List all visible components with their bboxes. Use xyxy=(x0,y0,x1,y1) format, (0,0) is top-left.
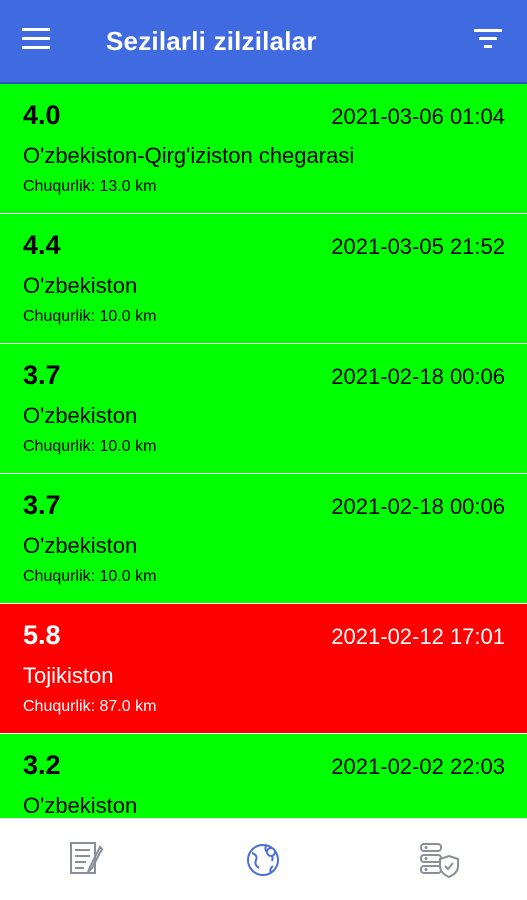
earthquake-item[interactable]: 3.7 2021-02-18 00:06 O'zbekiston Chuqurl… xyxy=(0,474,527,604)
magnitude: 4.4 xyxy=(23,230,61,260)
location: O'zbekiston xyxy=(23,533,138,558)
magnitude: 3.7 xyxy=(23,360,61,390)
globe-map-icon xyxy=(247,844,279,876)
datetime: 2021-02-18 00:06 xyxy=(331,364,505,389)
nav-news-button[interactable] xyxy=(66,839,110,883)
magnitude: 3.7 xyxy=(23,490,61,520)
depth: Chuqurlik: 13.0 km xyxy=(23,178,157,195)
earthquake-item[interactable]: 3.7 2021-02-18 00:06 O'zbekiston Chuqurl… xyxy=(0,344,527,474)
magnitude: 4.0 xyxy=(23,100,61,130)
earthquake-list[interactable]: 4.0 2021-03-06 01:04 O'zbekiston-Qirg'iz… xyxy=(0,84,527,818)
hamburger-menu-icon xyxy=(22,28,50,49)
filter-button[interactable] xyxy=(473,26,509,58)
earthquake-item[interactable]: 4.4 2021-03-05 21:52 O'zbekiston Chuqurl… xyxy=(0,214,527,344)
datetime: 2021-03-05 21:52 xyxy=(331,234,505,259)
depth: Chuqurlik: 87.0 km xyxy=(23,698,157,715)
magnitude: 3.2 xyxy=(23,750,61,780)
datetime: 2021-02-12 17:01 xyxy=(331,624,505,649)
depth: Chuqurlik: 10.0 km xyxy=(23,308,157,325)
location: O'zbekiston xyxy=(23,793,138,818)
page-title: Sezilarli zilzilalar xyxy=(106,26,317,56)
depth: Chuqurlik: 10.0 km xyxy=(23,568,157,585)
depth: Chuqurlik: 10.0 km xyxy=(23,438,157,455)
settings-shield-icon xyxy=(420,843,459,879)
earthquake-item[interactable]: 4.0 2021-03-06 01:04 O'zbekiston-Qirg'iz… xyxy=(0,84,527,214)
nav-settings-button[interactable] xyxy=(418,839,462,883)
news-document-icon xyxy=(70,842,104,874)
app-bar: Sezilarli zilzilalar xyxy=(0,0,527,84)
location: O'zbekiston xyxy=(23,273,138,298)
earthquake-item[interactable]: 5.8 2021-02-12 17:01 Tojikiston Chuqurli… xyxy=(0,604,527,734)
datetime: 2021-02-18 00:06 xyxy=(331,494,505,519)
menu-button[interactable] xyxy=(22,26,62,58)
location: Tojikiston xyxy=(23,663,114,688)
location: O'zbekiston xyxy=(23,403,138,428)
datetime: 2021-02-02 22:03 xyxy=(331,754,505,779)
nav-map-button[interactable] xyxy=(242,839,286,883)
location: O'zbekiston-Qirg'iziston chegarasi xyxy=(23,143,355,168)
filter-icon xyxy=(474,29,502,48)
magnitude: 5.8 xyxy=(23,620,61,650)
datetime: 2021-03-06 01:04 xyxy=(331,104,505,129)
bottom-navigation xyxy=(0,818,527,900)
earthquake-item[interactable]: 3.2 2021-02-02 22:03 O'zbekiston xyxy=(0,734,527,818)
